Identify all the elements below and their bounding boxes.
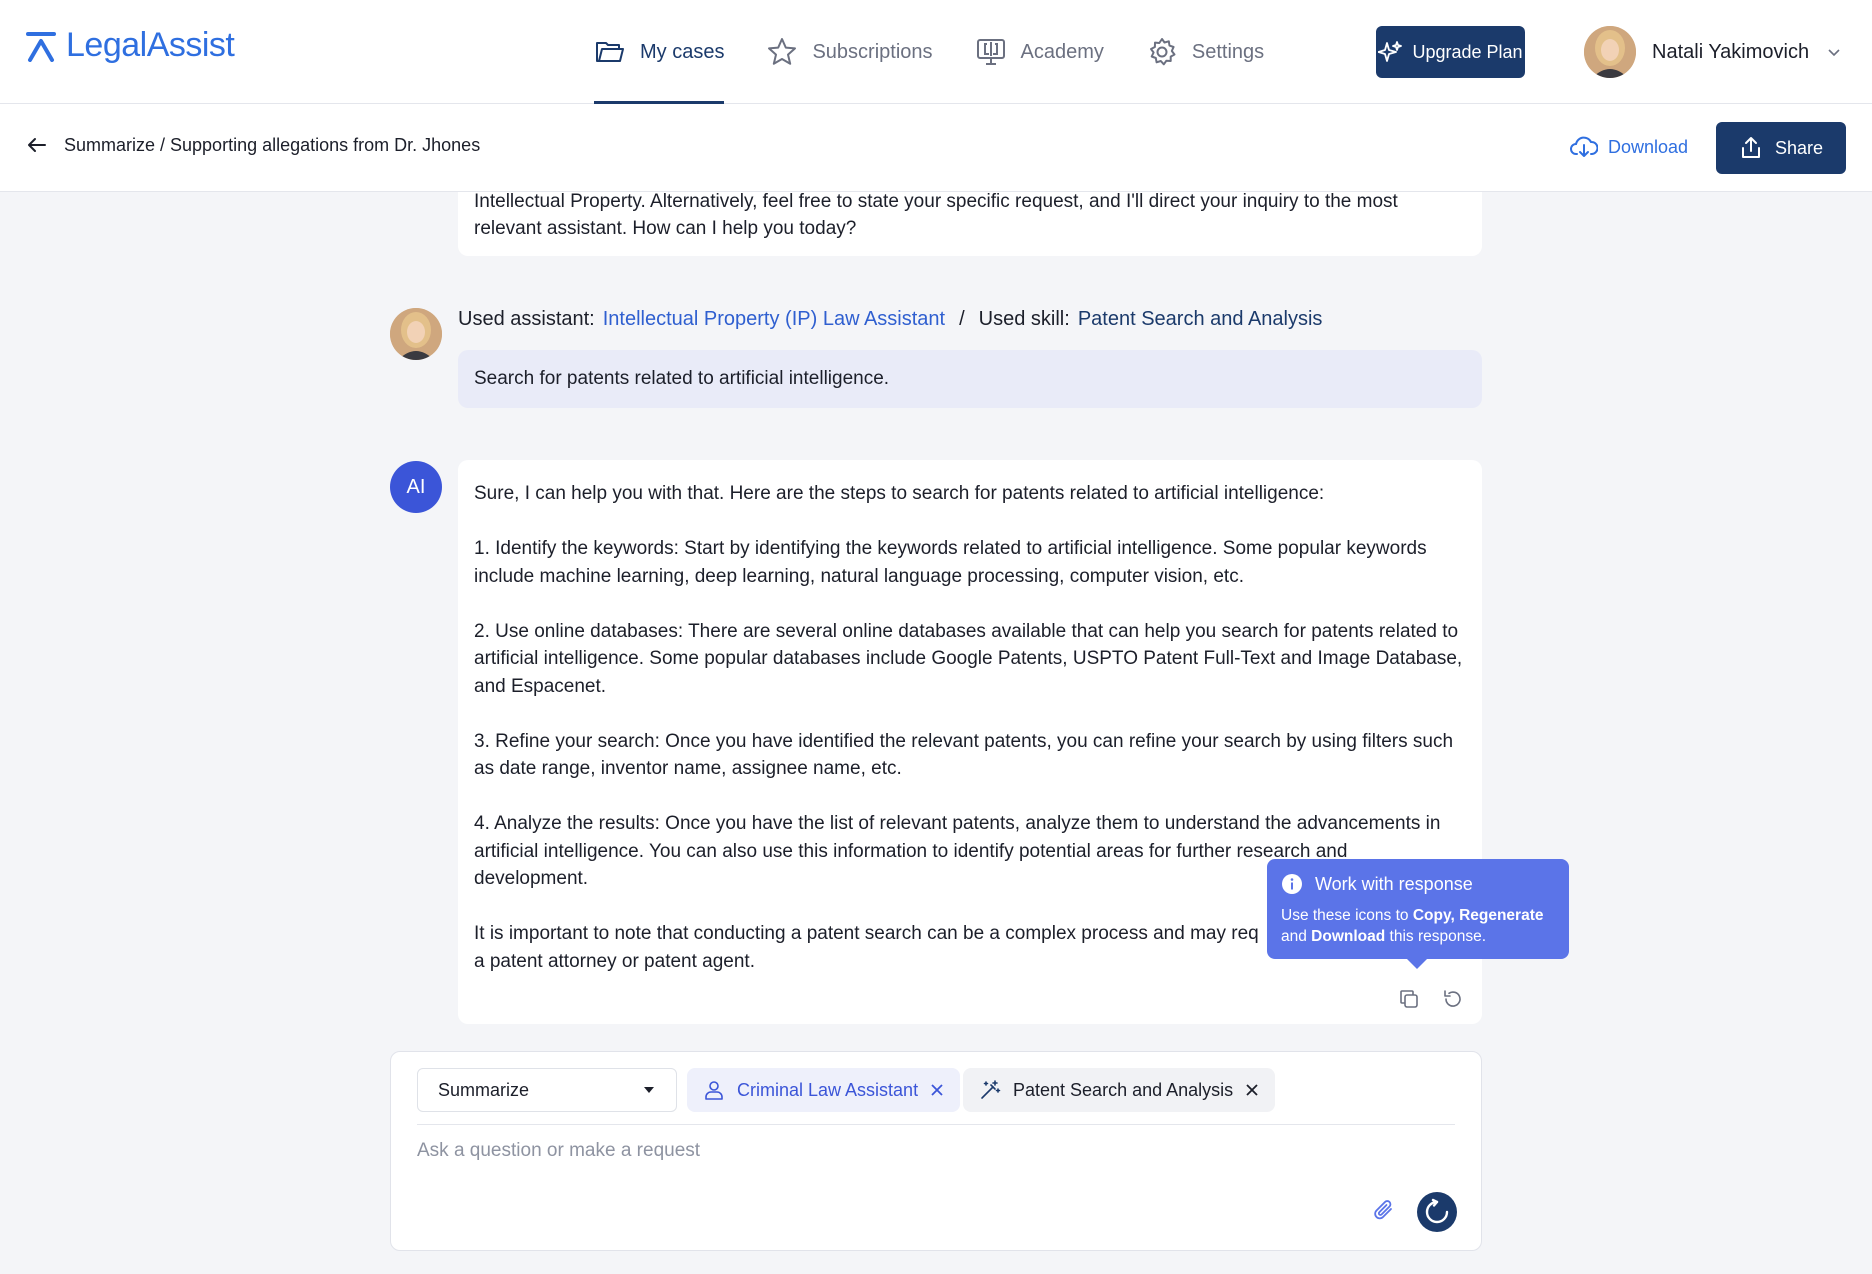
ai-paragraph: 3. Refine your search: Once you have ide… xyxy=(474,730,1454,780)
user-icon xyxy=(705,1081,723,1100)
chevron-down-icon xyxy=(1828,49,1840,57)
tooltip-title: Work with response xyxy=(1315,873,1473,894)
tooltip-regenerate: Regenerate xyxy=(1459,907,1544,924)
composer-divider xyxy=(417,1124,1455,1125)
skill-chip[interactable]: Patent Search and Analysis xyxy=(963,1068,1276,1112)
tooltip-header: Work with response xyxy=(1281,873,1555,895)
avatar xyxy=(1584,26,1636,78)
tooltip-copy: Copy xyxy=(1412,907,1451,924)
used-skill-link[interactable]: Patent Search and Analysis xyxy=(1078,308,1323,331)
tooltip-comma: , xyxy=(1450,907,1460,924)
case-header: Summarize / Supporting allegations from … xyxy=(0,104,1872,192)
ai-avatar: AI xyxy=(390,461,442,513)
caret-down-icon xyxy=(644,1087,654,1093)
nav-item-subscriptions[interactable]: Subscriptions xyxy=(766,0,933,104)
share-icon xyxy=(1741,137,1760,158)
tooltip-work-with-response: Work with response Use these icons to Co… xyxy=(1267,859,1569,969)
user-menu[interactable]: Natali Yakimovich xyxy=(1584,26,1843,78)
assistant-chip[interactable]: Criminal Law Assistant xyxy=(687,1068,961,1112)
top-navigation-bar: LegalAssist My cases Subscriptions Acade… xyxy=(0,0,1872,104)
star-icon xyxy=(768,38,797,65)
skill-chip-label: Patent Search and Analysis xyxy=(1013,1079,1234,1100)
paperclip-icon[interactable] xyxy=(1371,1198,1397,1224)
download-label: Download xyxy=(1608,136,1689,157)
info-icon xyxy=(1282,874,1302,894)
folder-icon xyxy=(596,42,624,62)
avatar xyxy=(390,308,442,360)
nav-label: Settings xyxy=(1191,40,1265,63)
main-nav: My cases Subscriptions Academy Settings xyxy=(594,0,1306,104)
nav-label: Academy xyxy=(1020,40,1104,63)
send-button[interactable] xyxy=(1417,1192,1457,1232)
regenerate-icon[interactable] xyxy=(1442,988,1464,1010)
tooltip-text: Use these icons to xyxy=(1281,907,1413,924)
breadcrumb: Summarize / Supporting allegations from … xyxy=(26,134,480,156)
magic-wand-icon xyxy=(981,1080,1001,1099)
ai-paragraph: 2. Use online databases: There are sever… xyxy=(474,620,1463,697)
nav-label: My cases xyxy=(640,40,725,63)
download-button[interactable]: Download xyxy=(1570,134,1688,160)
tooltip-text: and xyxy=(1281,928,1312,945)
message-composer: Summarize Criminal Law Assistant Patent … xyxy=(390,1051,1482,1251)
used-assistant-link[interactable]: Intellectual Property (IP) Law Assistant xyxy=(603,308,945,331)
assistant-chip-label: Criminal Law Assistant xyxy=(737,1079,919,1100)
tooltip-text: this response. xyxy=(1385,928,1487,945)
share-label: Share xyxy=(1774,137,1824,158)
previous-ai-text: Intellectual Property. Alternatively, fe… xyxy=(474,192,1398,239)
message-input[interactable] xyxy=(417,1140,1317,1162)
ai-paragraph: 1. Identify the keywords: Start by ident… xyxy=(474,538,1427,587)
breadcrumb-text: Summarize / Supporting allegations from … xyxy=(64,134,481,155)
ai-paragraph: Sure, I can help you with that. Here are… xyxy=(474,483,1325,504)
response-actions xyxy=(1398,988,1464,1010)
ai-line: a patent attorney or patent agent. xyxy=(474,950,755,972)
upgrade-plan-label: Upgrade Plan xyxy=(1412,41,1523,62)
logo-icon xyxy=(26,31,56,62)
nav-item-my-cases[interactable]: My cases xyxy=(594,0,725,104)
mode-select[interactable]: Summarize xyxy=(417,1068,677,1112)
used-skill-label: Used skill: xyxy=(978,308,1070,330)
user-name: Natali Yakimovich xyxy=(1652,40,1810,63)
copy-icon[interactable] xyxy=(1398,988,1420,1010)
tooltip-body: Use these icons to Copy, Regenerate and … xyxy=(1281,905,1555,947)
ai-line: It is important to note that conducting … xyxy=(474,923,1259,944)
academy-icon xyxy=(976,39,1005,65)
sparkle-icon xyxy=(1378,41,1403,62)
loading-icon xyxy=(1425,1198,1449,1224)
share-button[interactable]: Share xyxy=(1716,122,1846,174)
used-assistant-row: Used assistant: Intellectual Property (I… xyxy=(458,308,1322,331)
nav-item-academy[interactable]: Academy xyxy=(975,0,1104,104)
cloud-download-icon xyxy=(1570,136,1598,157)
used-assistant-label: Used assistant: xyxy=(458,308,595,330)
user-message-text: Search for patents related to artificial… xyxy=(474,368,890,389)
separator: / xyxy=(959,308,965,330)
logo[interactable]: LegalAssist xyxy=(26,26,235,65)
close-icon[interactable] xyxy=(1245,1083,1259,1097)
logo-text: LegalAssist xyxy=(66,26,235,64)
nav-item-settings[interactable]: Settings xyxy=(1146,0,1264,104)
close-icon[interactable] xyxy=(930,1083,944,1097)
previous-ai-message: Intellectual Property. Alternatively, fe… xyxy=(458,192,1482,256)
user-message: Search for patents related to artificial… xyxy=(458,350,1482,408)
chat-thread[interactable]: Intellectual Property. Alternatively, fe… xyxy=(0,192,1872,1274)
gear-icon xyxy=(1149,38,1176,66)
nav-label: Subscriptions xyxy=(812,40,933,63)
arrow-left-icon[interactable] xyxy=(26,134,48,156)
upgrade-plan-button[interactable]: Upgrade Plan xyxy=(1376,26,1525,78)
tooltip-download: Download xyxy=(1311,928,1386,945)
mode-select-value: Summarize xyxy=(438,1079,530,1100)
